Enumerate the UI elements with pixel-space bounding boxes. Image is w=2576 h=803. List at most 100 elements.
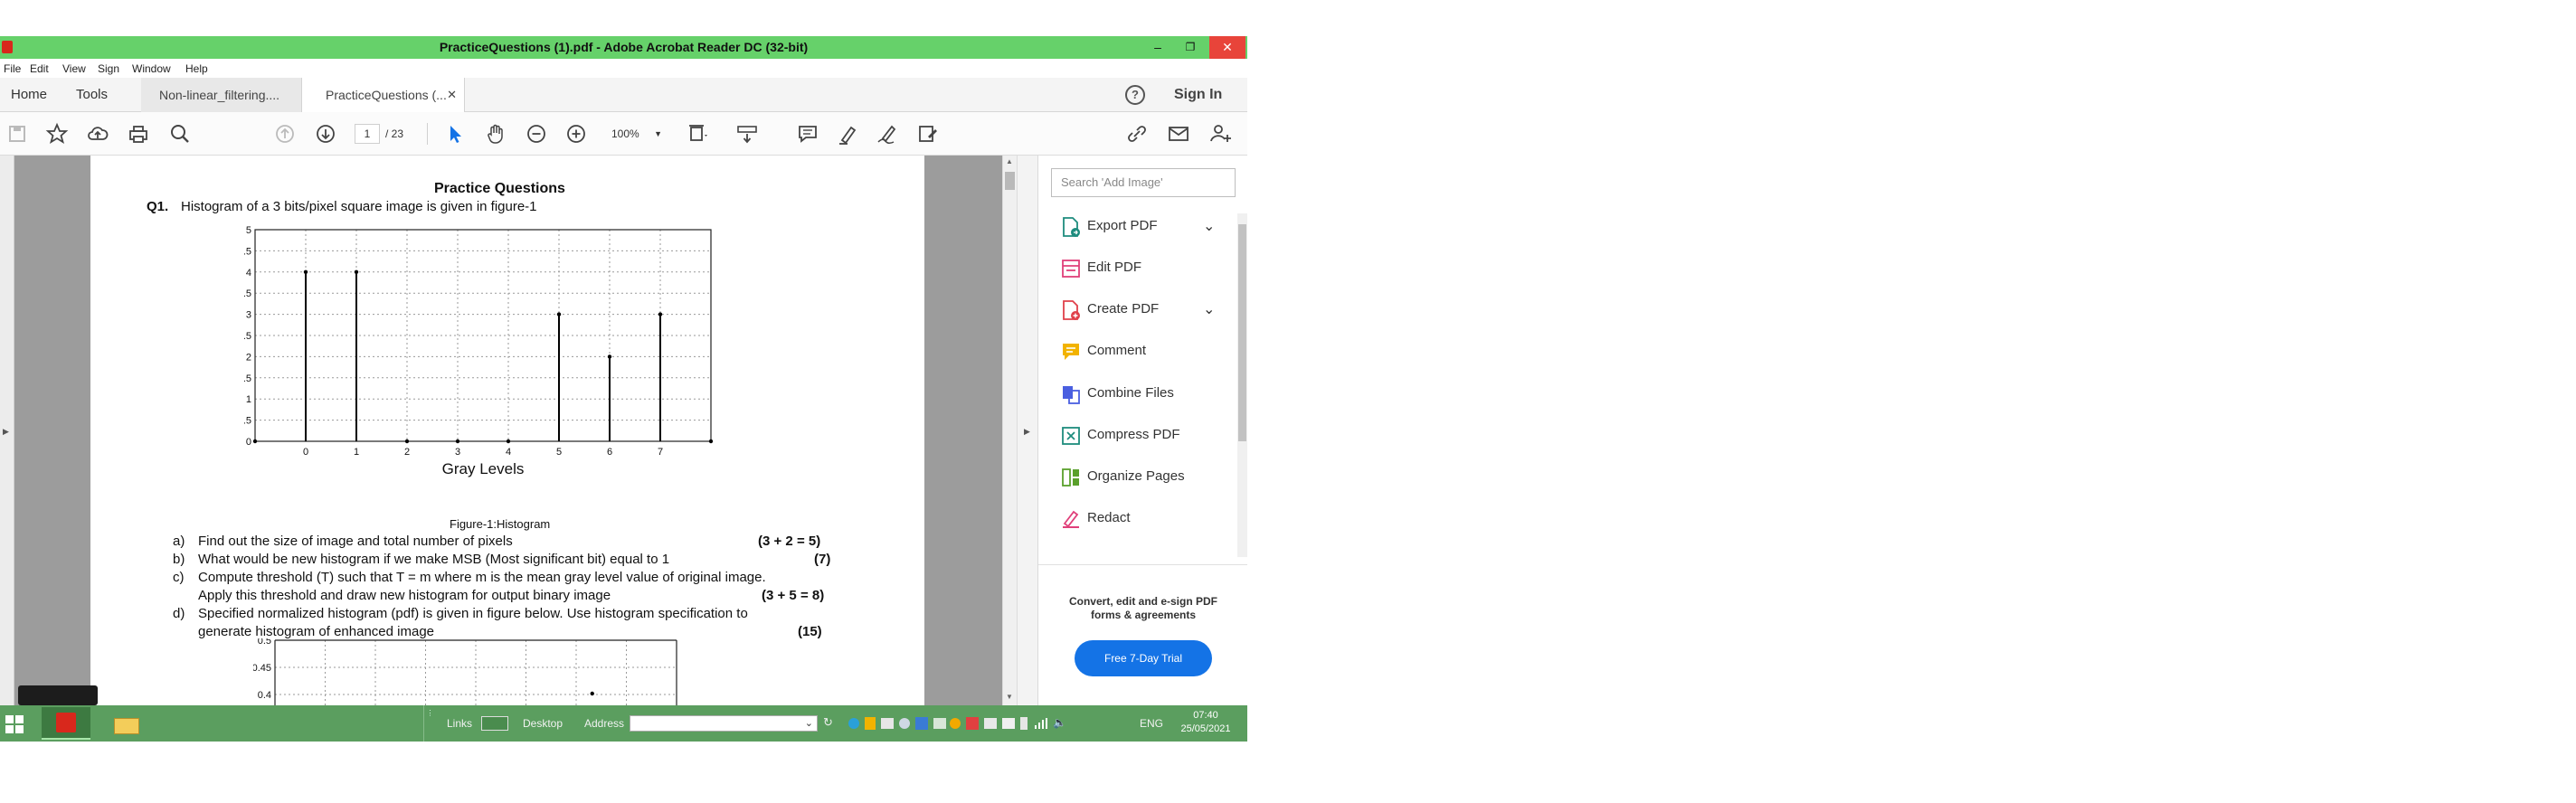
keyboard-scroll-icon[interactable] xyxy=(735,122,759,146)
comment-icon[interactable] xyxy=(796,122,819,146)
refresh-icon[interactable]: ↻ xyxy=(823,715,833,730)
left-panel-toggle[interactable]: ▶ xyxy=(0,156,14,705)
volume-icon[interactable]: 🔈 xyxy=(1053,716,1066,729)
tools-search-input[interactable]: Search 'Add Image' xyxy=(1051,168,1236,197)
y-tick-label: 5 xyxy=(246,225,251,236)
menu-help[interactable]: Help xyxy=(185,62,208,75)
minimize-button[interactable]: – xyxy=(1142,36,1173,59)
sign-in-button[interactable]: Sign In xyxy=(1174,78,1222,112)
compress-pdf-icon xyxy=(1062,427,1080,445)
taskbar-acrobat[interactable] xyxy=(42,707,90,740)
tab-doc-practice[interactable]: PracticeQuestions (... ✕ xyxy=(302,78,465,112)
tab-close-icon[interactable]: ✕ xyxy=(447,78,457,112)
fit-page-icon[interactable] xyxy=(686,122,709,146)
chevron-down-icon[interactable]: ⌄ xyxy=(1203,300,1215,318)
email-icon[interactable] xyxy=(1167,122,1190,146)
fill-sign-icon[interactable] xyxy=(915,122,939,146)
page-up-icon[interactable] xyxy=(273,122,297,146)
tray-app-icon[interactable] xyxy=(865,717,876,730)
tray-app-icon[interactable] xyxy=(984,718,997,729)
part-text: What would be new histogram if we make M… xyxy=(198,552,670,567)
tray-app-icon[interactable] xyxy=(933,718,946,729)
document-view[interactable]: Practice Questions Q1. Histogram of a 3 … xyxy=(0,156,1010,705)
tool-combine-files[interactable]: Combine Files xyxy=(1051,380,1232,407)
x-tick-label: 5 xyxy=(556,447,562,458)
window-title: PracticeQuestions (1).pdf - Adobe Acroba… xyxy=(439,40,809,54)
address-input[interactable]: ⌄ xyxy=(630,715,818,732)
share-link-icon[interactable] xyxy=(1125,122,1149,146)
tray-app-icon[interactable] xyxy=(881,718,894,729)
star-icon[interactable] xyxy=(45,122,69,146)
x-tick-label: 4 xyxy=(506,447,511,458)
chevron-down-icon[interactable]: ⌄ xyxy=(1203,217,1215,235)
battery-icon[interactable] xyxy=(1020,717,1028,730)
tab-doc-nonlinear[interactable]: Non-linear_filtering.... xyxy=(141,78,302,112)
keyboard-icon[interactable] xyxy=(481,716,508,731)
tool-comment[interactable]: Comment xyxy=(1051,337,1232,364)
add-user-icon[interactable] xyxy=(1208,122,1232,146)
free-trial-button[interactable]: Free 7-Day Trial xyxy=(1075,640,1212,676)
taskbar-explorer[interactable] xyxy=(105,709,148,740)
part-text: Apply this threshold and draw new histog… xyxy=(198,588,611,603)
menu-sign[interactable]: Sign xyxy=(98,62,119,75)
tool-create-pdf[interactable]: Create PDF ⌄ xyxy=(1051,296,1232,323)
tray-app-icon[interactable] xyxy=(848,718,859,729)
y-tick-label: 3 xyxy=(246,310,251,321)
scroll-down-icon[interactable]: ▼ xyxy=(1006,693,1013,701)
hand-tool-icon[interactable] xyxy=(484,122,507,146)
address-label: Address xyxy=(584,717,625,730)
tool-compress-pdf[interactable]: Compress PDF xyxy=(1051,421,1232,449)
menu-file[interactable]: File xyxy=(4,62,21,75)
page-number-input[interactable]: 1 xyxy=(355,124,380,144)
page-down-icon[interactable] xyxy=(314,122,337,146)
search-icon[interactable] xyxy=(168,122,192,146)
tray-app-icon[interactable] xyxy=(899,718,910,729)
tool-export-pdf[interactable]: Export PDF ⌄ xyxy=(1051,213,1232,240)
select-cursor-icon[interactable] xyxy=(443,122,467,146)
zoom-in-icon[interactable] xyxy=(564,122,588,146)
language-indicator[interactable]: ENG xyxy=(1140,717,1163,730)
tools-scrollbar[interactable] xyxy=(1237,213,1247,557)
tool-organize-pages[interactable]: Organize Pages xyxy=(1051,463,1232,490)
tools-scrollbar-thumb[interactable] xyxy=(1238,224,1246,441)
toolbar: 1 / 23 100% ▼ xyxy=(0,112,1247,156)
tool-redact[interactable]: Redact xyxy=(1051,505,1232,532)
comment-icon xyxy=(1063,344,1079,360)
scroll-up-icon[interactable]: ▲ xyxy=(1006,157,1013,165)
desktop-label[interactable]: Desktop xyxy=(523,717,563,730)
clock-date: 25/05/2021 xyxy=(1180,723,1231,734)
tool-label: Redact xyxy=(1087,510,1131,525)
floating-page-controls[interactable] xyxy=(18,685,98,705)
tray-app-icon[interactable] xyxy=(915,717,928,730)
tool-label: Combine Files xyxy=(1087,385,1174,401)
maximize-button[interactable]: ❐ xyxy=(1175,36,1206,59)
menu-window[interactable]: Window xyxy=(132,62,171,75)
close-button[interactable]: ✕ xyxy=(1209,36,1245,59)
scrollbar-thumb[interactable] xyxy=(1005,172,1015,190)
tool-edit-pdf[interactable]: Edit PDF xyxy=(1051,254,1232,281)
menu-view[interactable]: View xyxy=(62,62,86,75)
sign-pen-icon[interactable] xyxy=(876,122,899,146)
windows-start-icon[interactable] xyxy=(5,714,24,734)
menu-edit[interactable]: Edit xyxy=(30,62,49,75)
print-icon[interactable] xyxy=(127,122,150,146)
save-icon[interactable] xyxy=(5,122,29,146)
cloud-upload-icon[interactable] xyxy=(86,122,109,146)
tab-home[interactable]: Home xyxy=(11,78,47,112)
tray-app-icon[interactable] xyxy=(966,717,979,730)
part-text: Compute threshold (T) such that T = m wh… xyxy=(198,570,766,585)
tray-app-icon[interactable] xyxy=(1002,718,1015,729)
zoom-out-icon[interactable] xyxy=(525,122,548,146)
clock[interactable]: 07:40 25/05/2021 xyxy=(1176,709,1236,736)
document-scrollbar[interactable]: ▲ ▼ xyxy=(1002,156,1017,705)
network-icon[interactable] xyxy=(1035,718,1047,729)
tab-tools[interactable]: Tools xyxy=(76,78,108,112)
help-icon[interactable]: ? xyxy=(1125,85,1145,105)
highlight-pen-icon[interactable] xyxy=(837,122,860,146)
part-marks: (15) xyxy=(798,624,822,639)
right-pane-toggle[interactable]: ▶ xyxy=(1017,156,1037,705)
toolbar-grip-icon[interactable]: ⋮ xyxy=(423,705,436,742)
tray-app-icon[interactable] xyxy=(950,718,961,729)
zoom-select[interactable]: 100% ▼ xyxy=(608,124,666,144)
links-label[interactable]: Links xyxy=(447,717,472,730)
